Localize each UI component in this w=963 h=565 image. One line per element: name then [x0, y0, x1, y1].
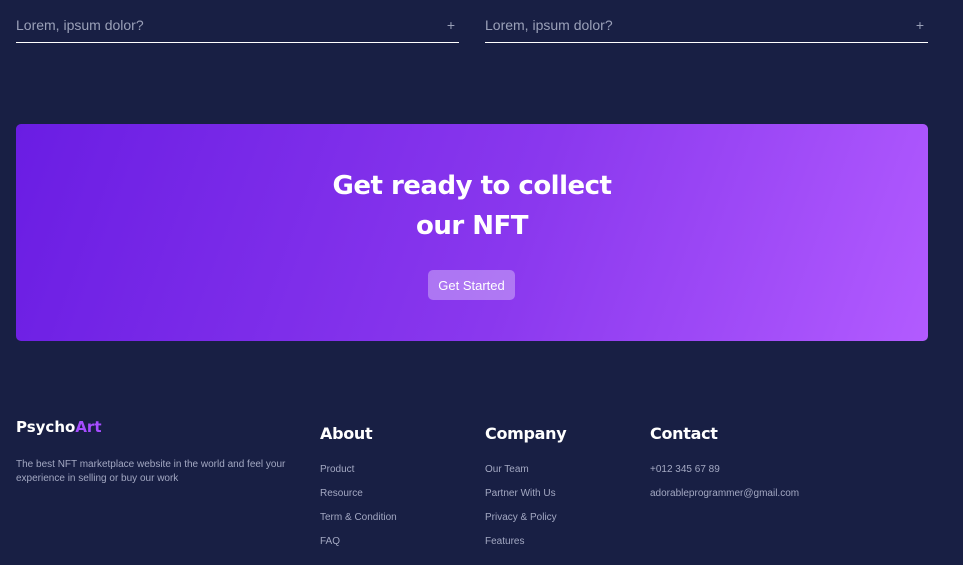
footer-heading: Contact — [650, 424, 718, 443]
footer-link-privacy[interactable]: Privacy & Policy — [485, 511, 566, 535]
brand-logo[interactable]: PsychoArt — [16, 418, 102, 436]
footer-link-product[interactable]: Product — [320, 463, 397, 487]
footer-column-contact: Contact +012 345 67 89 adorableprogramme… — [650, 424, 799, 511]
get-started-button[interactable]: Get Started — [428, 270, 515, 300]
faq-section: Lorem, ipsum dolor? + Lorem, ipsum dolor… — [16, 0, 928, 43]
footer-link-terms[interactable]: Term & Condition — [320, 511, 397, 535]
footer-column-company: Company Our Team Partner With Us Privacy… — [485, 424, 567, 559]
brand-name-part: Psycho — [16, 418, 76, 436]
footer-link-resource[interactable]: Resource — [320, 487, 397, 511]
footer-link-faq[interactable]: FAQ — [320, 535, 397, 559]
plus-icon[interactable]: + — [447, 17, 455, 33]
footer-link-our-team[interactable]: Our Team — [485, 463, 566, 487]
brand-description: The best NFT marketplace website in the … — [16, 459, 286, 484]
footer-link-partner[interactable]: Partner With Us — [485, 487, 566, 511]
footer: PsychoArt The best NFT marketplace websi… — [16, 418, 928, 558]
cta-title: Get ready to collect our NFT — [16, 166, 928, 246]
footer-link-features[interactable]: Features — [485, 535, 566, 559]
plus-icon[interactable]: + — [916, 17, 924, 33]
cta-banner: Get ready to collect our NFT Get Started — [16, 124, 928, 341]
contact-email[interactable]: adorableprogrammer@gmail.com — [650, 487, 799, 511]
cta-title-line: our NFT — [415, 211, 529, 241]
footer-column-about: About Product Resource Term & Condition … — [320, 424, 397, 559]
footer-heading: About — [320, 424, 373, 443]
faq-item[interactable]: Lorem, ipsum dolor? + — [16, 0, 459, 43]
faq-question: Lorem, ipsum dolor? — [485, 17, 613, 33]
footer-heading: Company — [485, 424, 567, 443]
contact-phone[interactable]: +012 345 67 89 — [650, 463, 799, 487]
brand-name-accent: Art — [75, 418, 102, 436]
faq-question: Lorem, ipsum dolor? — [16, 17, 144, 33]
cta-title-line: Get ready to collect — [332, 171, 612, 201]
faq-item[interactable]: Lorem, ipsum dolor? + — [485, 0, 928, 43]
